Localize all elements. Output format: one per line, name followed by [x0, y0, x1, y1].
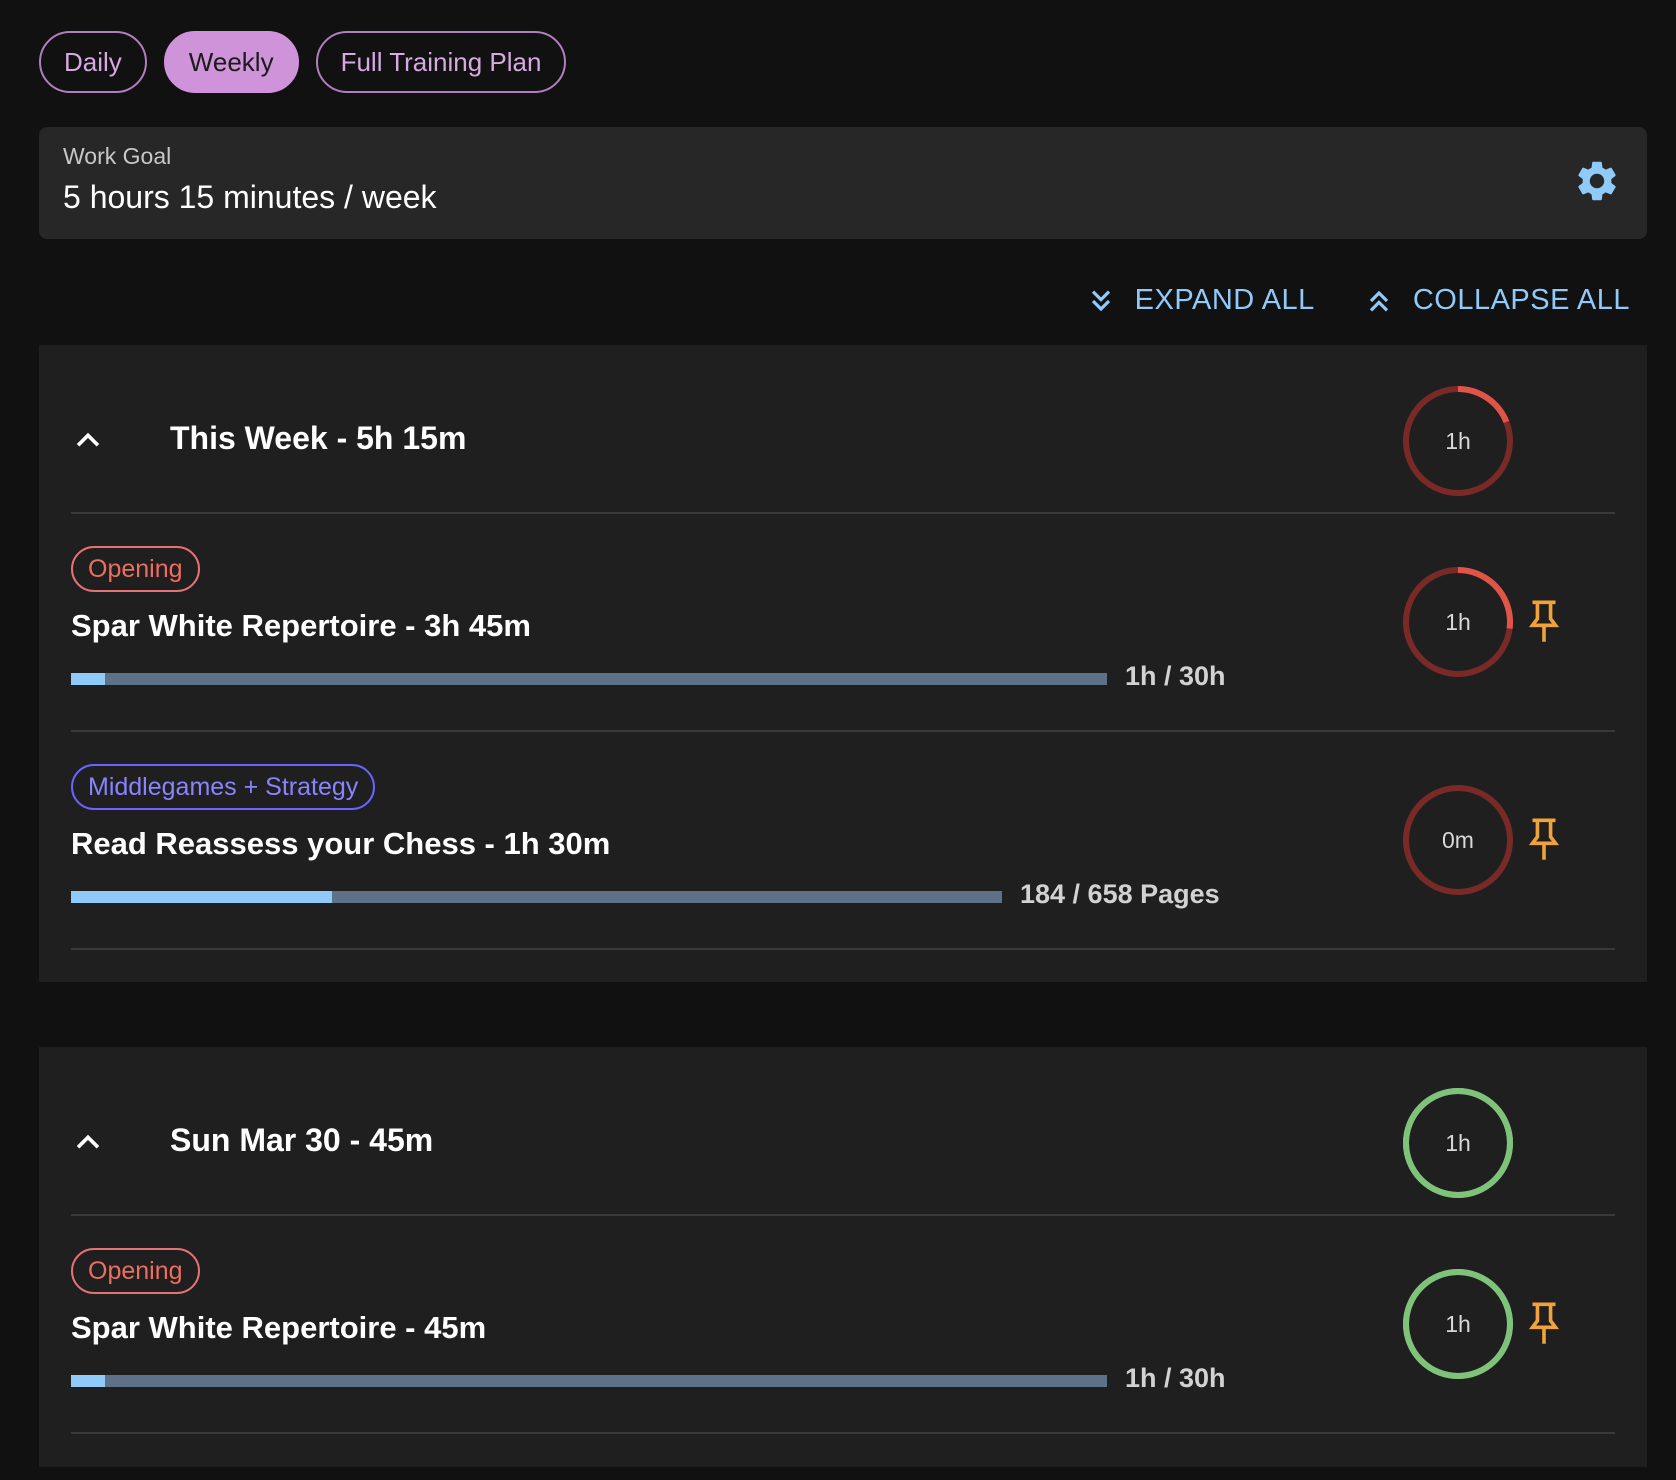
ring-label: 0m [1442, 826, 1474, 853]
pin-icon[interactable] [1524, 1301, 1564, 1347]
gear-icon[interactable] [1573, 157, 1621, 205]
divider [71, 1432, 1615, 1434]
divider [71, 1214, 1615, 1216]
work-goal-card: Work Goal 5 hours 15 minutes / week [39, 127, 1647, 239]
chevron-up-icon[interactable] [71, 424, 105, 458]
view-tabs: Daily Weekly Full Training Plan [39, 31, 567, 93]
task-progress-ring: 0m [1400, 782, 1516, 898]
ring-label: 1h [1445, 608, 1471, 635]
section-sun-mar-30: Sun Mar 30 - 45m 1h Opening Spar White R… [39, 1047, 1647, 1467]
progress-bar-fill [71, 891, 332, 903]
section-title: Sun Mar 30 - 45m [170, 1122, 434, 1158]
section-this-week: This Week - 5h 15m 1h Opening Spar White… [39, 345, 1647, 982]
task-progress-ring: 1h [1400, 1266, 1516, 1382]
task-progress-ring: 1h [1400, 564, 1516, 680]
collapse-all-button[interactable]: COLLAPSE ALL [1363, 284, 1630, 317]
ring-label: 1h [1445, 427, 1471, 454]
progress-bar-fill [71, 1375, 106, 1387]
divider [71, 512, 1615, 514]
category-tag: Opening [71, 546, 200, 592]
section-title: This Week - 5h 15m [170, 420, 467, 456]
category-tag: Opening [71, 1248, 200, 1294]
section-progress-ring: 1h [1400, 1085, 1516, 1201]
work-goal-label: Work Goal [63, 143, 172, 169]
list-item: Opening Spar White Repertoire - 3h 45m 1… [71, 546, 1615, 696]
divider [71, 948, 1615, 950]
tab-daily[interactable]: Daily [39, 31, 147, 93]
ring-label: 1h [1445, 1129, 1471, 1156]
pin-icon[interactable] [1524, 817, 1564, 863]
progress-bar [71, 1375, 1107, 1387]
progress-bar-fill [71, 673, 106, 685]
task-title: Read Reassess your Chess - 1h 30m [71, 826, 611, 861]
section-header[interactable]: Sun Mar 30 - 45m 1h [71, 1085, 1615, 1201]
progress-label: 184 / 658 Pages [1020, 879, 1220, 909]
progress-bar [71, 673, 1107, 685]
double-chevron-down-icon [1091, 290, 1110, 311]
progress-label: 1h / 30h [1125, 661, 1226, 691]
pin-icon[interactable] [1524, 599, 1564, 645]
progress-label: 1h / 30h [1125, 1363, 1226, 1393]
list-item: Opening Spar White Repertoire - 45m 1h /… [71, 1248, 1615, 1398]
expand-collapse-actions: EXPAND ALL COLLAPSE ALL [1085, 284, 1630, 317]
section-header[interactable]: This Week - 5h 15m 1h [71, 383, 1615, 499]
ring-label: 1h [1445, 1310, 1471, 1337]
tab-weekly[interactable]: Weekly [163, 31, 299, 93]
section-progress-ring: 1h [1400, 383, 1516, 499]
work-goal-value: 5 hours 15 minutes / week [63, 179, 437, 215]
tab-full-training-plan[interactable]: Full Training Plan [315, 31, 567, 93]
expand-all-button[interactable]: EXPAND ALL [1085, 284, 1315, 317]
chevron-up-icon[interactable] [71, 1126, 105, 1160]
expand-all-label: EXPAND ALL [1134, 284, 1315, 316]
task-title: Spar White Repertoire - 45m [71, 1310, 487, 1345]
divider [71, 730, 1615, 732]
category-tag: Middlegames + Strategy [71, 764, 376, 810]
task-title: Spar White Repertoire - 3h 45m [71, 608, 531, 643]
list-item: Middlegames + Strategy Read Reassess you… [71, 764, 1615, 914]
collapse-all-label: COLLAPSE ALL [1412, 284, 1630, 316]
double-chevron-up-icon [1369, 290, 1388, 311]
progress-bar [71, 891, 1002, 903]
